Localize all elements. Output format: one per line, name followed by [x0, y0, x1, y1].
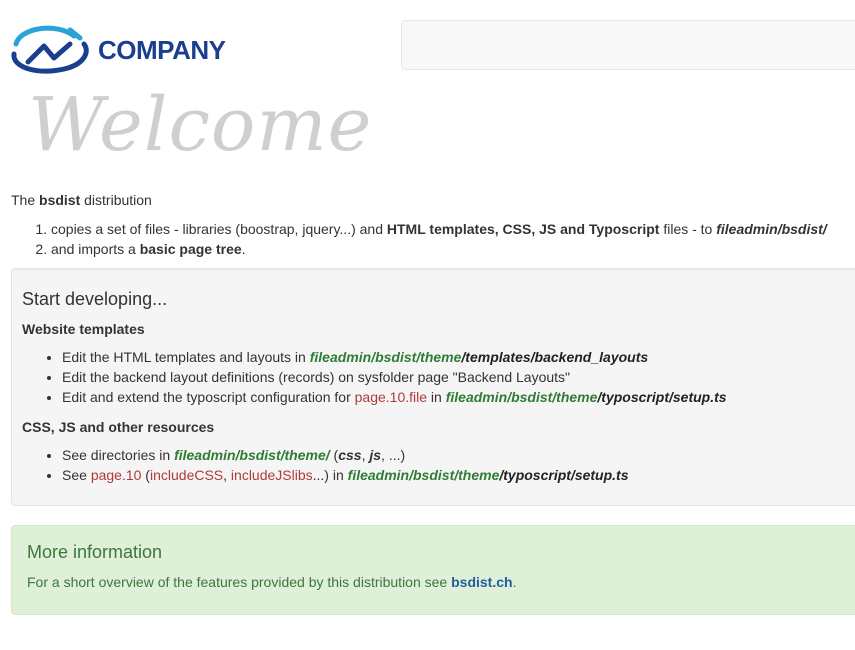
- list-text: (: [141, 467, 150, 483]
- alert-text: For a short overview of the features pro…: [27, 573, 516, 591]
- list-item: See directories in fileadmin/bsdist/them…: [62, 445, 629, 465]
- intro-text: The: [11, 192, 40, 208]
- code-text: page.10.file: [354, 389, 428, 405]
- website-templates-list: Edit the HTML templates and layouts in f…: [22, 347, 727, 407]
- code-text: includeJSlibs: [230, 467, 313, 483]
- list-text: ,: [223, 467, 231, 483]
- intro-list: copies a set of files - libraries (boost…: [11, 219, 851, 259]
- list-text: See directories in: [62, 447, 175, 463]
- website-templates-heading: Website templates: [22, 321, 145, 337]
- path-text: fileadmin/bsdist/theme/: [174, 447, 330, 463]
- code-text: page.10: [90, 467, 142, 483]
- resources-list: See directories in fileadmin/bsdist/them…: [22, 445, 629, 485]
- alert-body-text: .: [512, 574, 517, 590]
- path-tail-text: /typoscript/setup.ts: [597, 389, 727, 405]
- welcome-heading: Welcome: [28, 82, 373, 168]
- page-header: COMPANY: [0, 0, 855, 90]
- list-item: and imports a basic page tree.: [51, 239, 851, 259]
- path-tail-text: /typoscript/setup.ts: [499, 467, 629, 483]
- company-logo[interactable]: COMPANY: [10, 24, 270, 76]
- list-bold: basic page tree: [139, 241, 242, 257]
- list-text: files - to: [659, 221, 717, 237]
- alert-title: More information: [27, 542, 163, 562]
- intro-bold: bsdist: [39, 192, 81, 208]
- logo-text: COMPANY: [98, 35, 226, 65]
- list-text: Edit and extend the typoscript configura…: [62, 389, 355, 405]
- path-text: fileadmin/bsdist/theme: [445, 389, 598, 405]
- list-text: and imports a: [51, 241, 140, 257]
- dir-name: css: [338, 447, 362, 463]
- intro-section: The bsdist distribution copies a set of …: [11, 191, 851, 259]
- list-text: .: [241, 241, 246, 257]
- start-developing-panel: Start developing... Website templates Ed…: [11, 268, 855, 506]
- intro-paragraph: The bsdist distribution: [11, 191, 851, 209]
- list-text: See: [62, 467, 91, 483]
- list-item: See page.10 (includeCSS, includeJSlibs..…: [62, 465, 629, 485]
- intro-text: distribution: [80, 192, 152, 208]
- list-bold: HTML templates, CSS, JS and Typoscript: [386, 221, 660, 237]
- bsdist-link[interactable]: bsdist.ch: [451, 574, 512, 590]
- list-text: , ...): [381, 447, 406, 463]
- alert-body-text: For a short overview of the features pro…: [27, 574, 452, 590]
- navbar: [401, 20, 855, 70]
- path-text: fileadmin/bsdist/theme: [309, 349, 462, 365]
- code-text: includeCSS: [149, 467, 224, 483]
- panel-title: Start developing...: [22, 289, 168, 309]
- path-text: fileadmin/bsdist/theme: [347, 467, 500, 483]
- list-text: (: [329, 447, 339, 463]
- list-text: in: [427, 389, 446, 405]
- list-text: Edit the HTML templates and layouts in: [62, 349, 310, 365]
- list-text: Edit the backend layout definitions (rec…: [62, 369, 571, 385]
- path-tail-text: /templates/backend_layouts: [461, 349, 649, 365]
- list-path: fileadmin/bsdist/: [716, 221, 827, 237]
- list-text: copies a set of files - libraries (boost…: [51, 221, 387, 237]
- resources-heading: CSS, JS and other resources: [22, 419, 215, 435]
- list-item: Edit and extend the typoscript configura…: [62, 387, 727, 407]
- list-item: Edit the HTML templates and layouts in f…: [62, 347, 727, 367]
- list-item: copies a set of files - libraries (boost…: [51, 219, 851, 239]
- logo-mark-icon: [11, 25, 89, 74]
- dir-name: js: [369, 447, 382, 463]
- more-information-alert: More information For a short overview of…: [11, 525, 855, 615]
- list-item: Edit the backend layout definitions (rec…: [62, 367, 727, 387]
- list-text: ...) in: [312, 467, 348, 483]
